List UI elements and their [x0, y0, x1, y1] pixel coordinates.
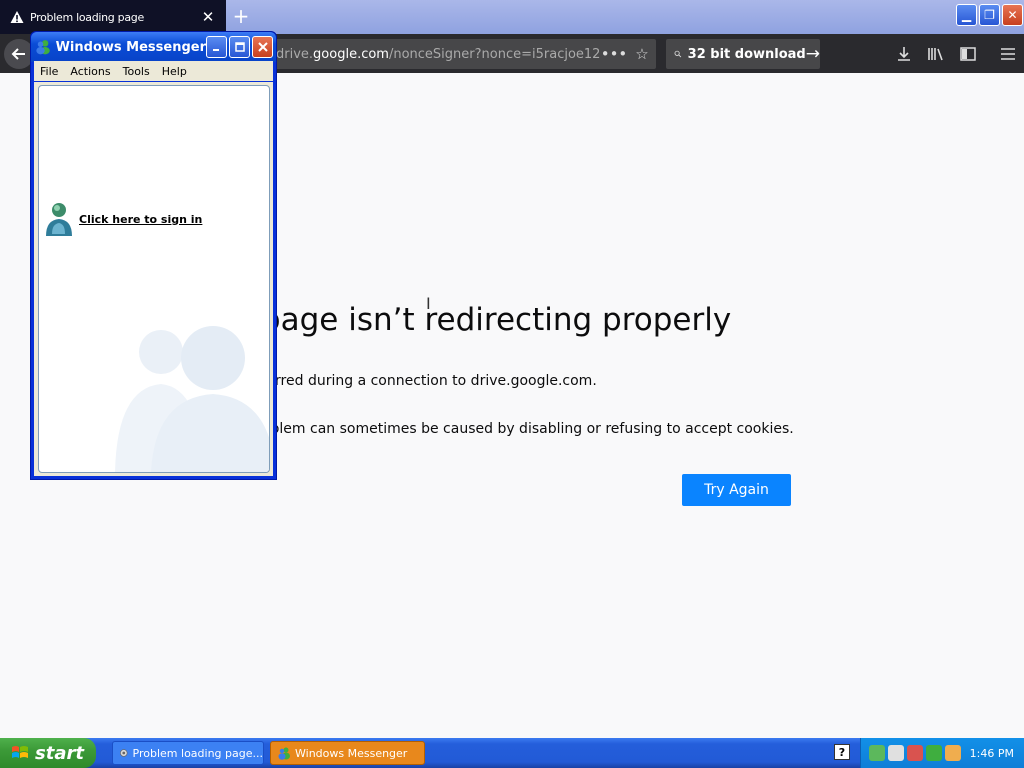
- sign-in-row: Click here to sign in: [43, 200, 202, 238]
- error-title: e page isn’t redirecting properly: [232, 302, 732, 338]
- search-icon: [674, 50, 682, 58]
- menu-tools[interactable]: Tools: [117, 65, 156, 78]
- menu-file[interactable]: File: [34, 65, 64, 78]
- try-again-button[interactable]: Try Again: [682, 474, 791, 506]
- antivirus-icon[interactable]: [907, 745, 923, 761]
- download-icon[interactable]: [888, 39, 920, 69]
- messenger-menubar: File Actions Tools Help: [34, 61, 273, 81]
- messenger-window[interactable]: Windows Messenger File Actions Tools Hel…: [30, 31, 277, 480]
- page-actions-icon[interactable]: •••: [600, 45, 628, 63]
- messenger-buddy-icon: [278, 747, 290, 760]
- sign-in-link[interactable]: Click here to sign in: [79, 213, 202, 226]
- gear-icon: [120, 749, 128, 757]
- search-input[interactable]: 32 bit download: [688, 47, 806, 62]
- messenger-titlebar[interactable]: Windows Messenger: [31, 32, 276, 62]
- network-icon[interactable]: [869, 745, 885, 761]
- system-tray: 1:46 PM: [860, 738, 1024, 768]
- sidebar-icon[interactable]: [952, 39, 984, 69]
- taskbar: start Problem loading page... Windows Me…: [0, 738, 1024, 768]
- url-bar[interactable]: drive.google.com/nonceSigner?nonce=i5rac…: [264, 39, 656, 69]
- minimize-icon: [212, 49, 219, 51]
- tab-close-icon[interactable]: ✕: [198, 7, 218, 27]
- back-arrow-icon: [11, 48, 25, 60]
- window-controls: ▁ ❐ ✕: [956, 4, 1023, 26]
- clock: 1:46 PM: [969, 746, 1014, 760]
- help-icon[interactable]: ?: [834, 744, 850, 760]
- buddy-icon: [46, 203, 72, 236]
- messenger-minimize-button[interactable]: [206, 36, 227, 58]
- minimize-button[interactable]: ▁: [956, 4, 977, 26]
- taskbar-item-messenger[interactable]: Windows Messenger: [270, 741, 425, 765]
- start-label: start: [35, 742, 84, 764]
- menu-actions[interactable]: Actions: [64, 65, 116, 78]
- messenger-buddy-icon: [36, 40, 50, 55]
- menu-icon[interactable]: [992, 39, 1024, 69]
- new-tab-button[interactable]: +: [228, 3, 254, 29]
- messenger-panel: Click here to sign in: [38, 85, 270, 473]
- taskbar-item-label: Windows Messenger: [295, 746, 408, 760]
- search-go-icon[interactable]: →: [806, 44, 820, 64]
- menu-help[interactable]: Help: [156, 65, 193, 78]
- start-button[interactable]: start: [0, 738, 96, 768]
- tab-title: Problem loading page: [30, 10, 144, 24]
- taskbar-item-label: Problem loading page...: [132, 746, 263, 760]
- close-window-button[interactable]: ✕: [1002, 4, 1023, 26]
- close-icon: [257, 42, 268, 52]
- messenger-tray-icon[interactable]: [926, 745, 942, 761]
- messenger-title: Windows Messenger: [55, 39, 206, 55]
- bookmark-star-icon[interactable]: ☆: [628, 45, 656, 63]
- warning-icon: [10, 11, 24, 23]
- search-bar[interactable]: 32 bit download →: [666, 39, 820, 69]
- messenger-maximize-button[interactable]: [229, 36, 250, 58]
- restore-button[interactable]: ❐: [979, 4, 1000, 26]
- messenger-close-button[interactable]: [252, 36, 273, 58]
- messenger-body: Click here to sign in: [34, 82, 273, 476]
- text-cursor-icon: I: [426, 294, 431, 313]
- messenger-watermark-icon: [115, 326, 269, 472]
- library-icon[interactable]: [920, 39, 952, 69]
- taskbar-item-firefox[interactable]: Problem loading page...: [112, 741, 264, 765]
- error-hint: is problem can sometimes be caused by di…: [232, 421, 794, 437]
- search-tray-icon[interactable]: [945, 745, 961, 761]
- windows-flag-icon: [12, 746, 28, 758]
- error-message: r occurred during a connection to drive.…: [232, 373, 597, 389]
- browser-titlebar: Problem loading page ✕ + ▁ ❐ ✕: [0, 0, 1024, 34]
- tab-problem-loading-page[interactable]: Problem loading page ✕: [0, 0, 226, 34]
- maximize-icon: [234, 42, 245, 52]
- security-icon[interactable]: [888, 745, 904, 761]
- url-text[interactable]: drive.google.com/nonceSigner?nonce=i5rac…: [276, 47, 600, 62]
